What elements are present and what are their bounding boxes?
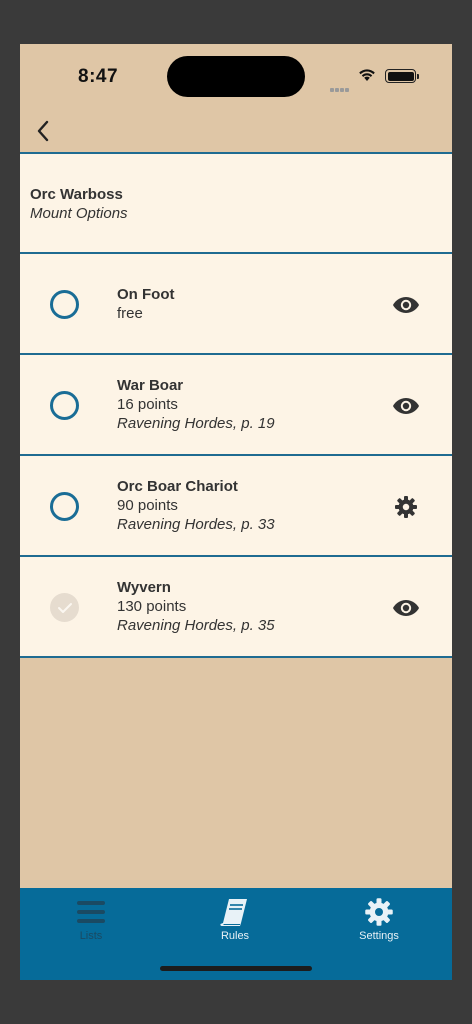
- mount-option-war-boar[interactable]: War Boar 16 points Ravening Hordes, p. 1…: [20, 355, 452, 456]
- view-button[interactable]: [391, 594, 421, 622]
- navigation-bar: [20, 110, 452, 152]
- gear-icon: [395, 496, 417, 518]
- eye-icon: [393, 297, 419, 313]
- option-cost: 130 points: [117, 598, 187, 615]
- option-details: Wyvern 130 points Ravening Hordes, p. 35: [117, 578, 275, 635]
- wifi-icon: [359, 69, 375, 81]
- radio-button[interactable]: [50, 492, 79, 521]
- option-cost: 16 points: [117, 396, 178, 413]
- option-name: Orc Boar Chariot: [117, 478, 238, 495]
- option-details: Orc Boar Chariot 90 points Ravening Hord…: [117, 477, 275, 534]
- eye-icon: [393, 398, 419, 414]
- option-details: On Foot free: [117, 285, 174, 323]
- view-button[interactable]: [391, 291, 421, 319]
- tab-label: Lists: [79, 930, 103, 942]
- tab-rules[interactable]: Rules: [185, 896, 285, 946]
- dynamic-island: [167, 56, 305, 97]
- tab-label: Settings: [359, 930, 399, 942]
- mount-option-wyvern[interactable]: Wyvern 130 points Ravening Hordes, p. 35: [20, 557, 452, 658]
- battery-icon: [385, 69, 419, 83]
- section-subtitle: Mount Options: [30, 205, 128, 222]
- mount-option-orc-boar-chariot[interactable]: Orc Boar Chariot 90 points Ravening Hord…: [20, 456, 452, 557]
- unit-name: Orc Warboss: [30, 186, 123, 203]
- view-button[interactable]: [391, 392, 421, 420]
- configure-button[interactable]: [391, 493, 421, 521]
- status-bar: 8:47: [20, 44, 452, 110]
- home-indicator[interactable]: [160, 966, 312, 971]
- app-screen: 8:47 Orc Warboss Mount Options On Foot f…: [20, 44, 452, 980]
- option-name: Wyvern: [117, 579, 171, 596]
- tab-lists[interactable]: Lists: [41, 896, 141, 946]
- tab-settings[interactable]: Settings: [329, 896, 429, 946]
- option-name: On Foot: [117, 286, 175, 303]
- status-time: 8:47: [78, 66, 119, 87]
- option-reference: Ravening Hordes, p. 33: [117, 516, 275, 533]
- option-details: War Boar 16 points Ravening Hordes, p. 1…: [117, 376, 275, 433]
- option-name: War Boar: [117, 377, 184, 394]
- radio-button-checked[interactable]: [50, 593, 79, 622]
- mount-option-list: On Foot free War Boar 16 points Ravening…: [20, 254, 452, 658]
- option-cost: 90 points: [117, 497, 178, 514]
- checkmark-icon: [57, 602, 72, 613]
- list-icon: [77, 901, 105, 923]
- radio-button[interactable]: [50, 391, 79, 420]
- tab-label: Rules: [220, 930, 250, 942]
- tab-bar: Lists Rules Settings: [20, 888, 452, 980]
- book-icon: [220, 899, 247, 926]
- back-button[interactable]: [28, 114, 58, 148]
- option-reference: Ravening Hordes, p. 19: [117, 415, 275, 432]
- gear-icon: [365, 898, 393, 926]
- cellular-signal-icon: [330, 79, 350, 97]
- eye-icon: [393, 600, 419, 616]
- radio-button[interactable]: [50, 290, 79, 319]
- option-reference: Ravening Hordes, p. 35: [117, 617, 275, 634]
- unit-header: Orc Warboss Mount Options: [20, 152, 452, 254]
- chevron-left-icon: [37, 120, 49, 142]
- option-cost: free: [117, 305, 143, 322]
- mount-option-on-foot[interactable]: On Foot free: [20, 254, 452, 355]
